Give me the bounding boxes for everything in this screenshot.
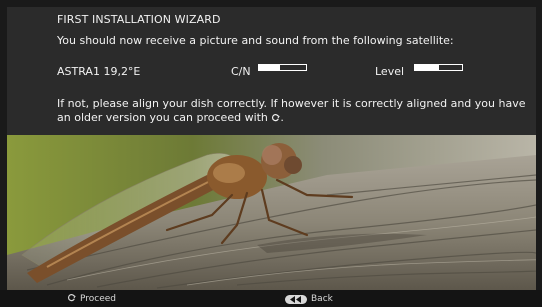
ok-circle-arrow-icon xyxy=(67,293,76,305)
back-label: Back xyxy=(311,294,333,304)
bottom-hint-bar: Proceed Back xyxy=(0,290,542,307)
level-label: Level xyxy=(375,65,405,78)
help-text-part2: . xyxy=(280,111,284,124)
cn-signal-meter xyxy=(258,64,307,71)
tv-screen: FIRST INSTALLATION WIZARD You should now… xyxy=(0,0,542,307)
help-text: If not, please align your dish correctly… xyxy=(57,97,527,125)
wizard-title: FIRST INSTALLATION WIZARD xyxy=(57,13,221,26)
back-key-icon xyxy=(285,294,307,304)
cn-label: C/N xyxy=(231,65,251,78)
cn-signal-fill xyxy=(259,65,281,70)
level-signal-meter xyxy=(414,64,463,71)
installation-wizard-panel: FIRST INSTALLATION WIZARD You should now… xyxy=(7,7,536,135)
background-photo-dragonfly xyxy=(7,135,536,290)
satellite-name: ASTRA1 19,2°E xyxy=(57,65,141,78)
back-button[interactable]: Back xyxy=(285,293,333,305)
instruction-text: You should now receive a picture and sou… xyxy=(57,34,454,47)
proceed-label: Proceed xyxy=(80,294,117,304)
proceed-button[interactable]: Proceed xyxy=(67,293,116,305)
level-signal-fill xyxy=(415,65,439,70)
help-text-part1: If not, please align your dish correctly… xyxy=(57,97,526,124)
